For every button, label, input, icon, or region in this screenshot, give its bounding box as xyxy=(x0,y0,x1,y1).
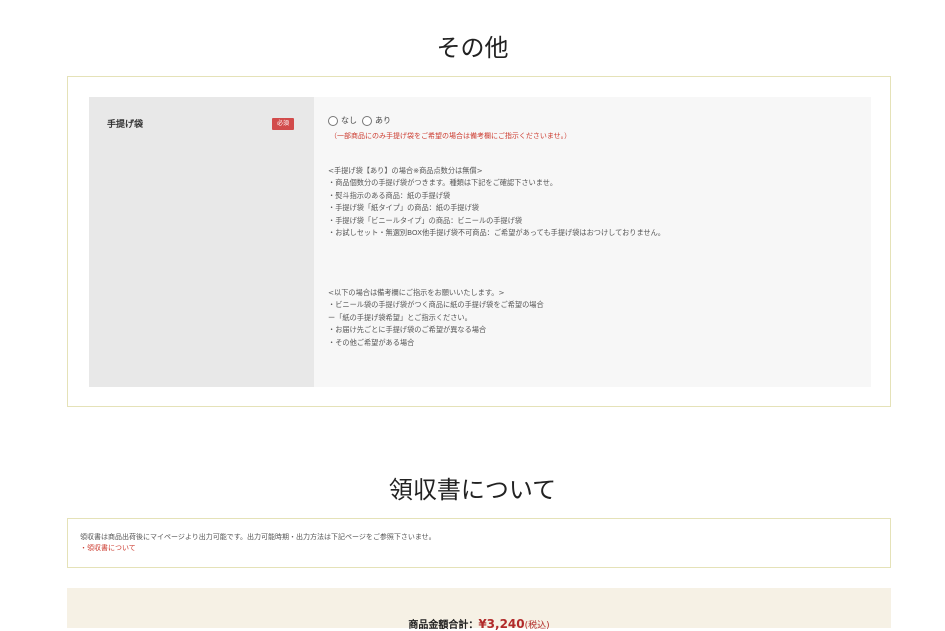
info-line: <以下の場合は備考欄にご指示をお願いいたします。> xyxy=(328,288,505,297)
info-line: ・商品個数分の手提げ袋がつきます。種類は下記をご確認下さいませ。 xyxy=(328,178,558,188)
info-line: ・手提げ袋「紙タイプ」の商品：紙の手提げ袋 xyxy=(328,203,479,213)
receipt-info-link[interactable]: ・領収書について xyxy=(80,543,136,553)
info-line: ・ビニール袋の手提げ袋がつく商品に紙の手提げ袋をご希望の場合 xyxy=(328,300,544,310)
radio-none-label: なし xyxy=(341,116,357,125)
radio-yes-label: あり xyxy=(375,116,391,125)
other-section-box: 手提げ袋 必須 なし あり （一部商品にのみ手提げ袋をご希望の場合は備考欄にご指… xyxy=(67,76,891,407)
required-badge: 必須 xyxy=(272,118,295,130)
order-total-box: 商品金額合計：¥3,240(税込) xyxy=(67,588,891,631)
receipt-section-box: 領収書は商品出荷後にマイページより出力可能です。出力可能時期・出力方法は下記ペー… xyxy=(67,518,891,568)
info-line: ・熨斗指示のある商品：紙の手提げ袋 xyxy=(328,190,451,200)
field-content-column: なし あり （一部商品にのみ手提げ袋をご希望の場合は備考欄にご指示くださいませ。… xyxy=(314,97,871,387)
field-label-column: 手提げ袋 必須 xyxy=(89,97,314,387)
radio-yes[interactable] xyxy=(362,115,372,126)
total-label: 商品金額合計： xyxy=(408,620,479,631)
radio-none[interactable] xyxy=(328,115,338,126)
info-block-1: <手提げ袋【あり】の場合※商品点数分は無償> ・商品個数分の手提げ袋がつきます。… xyxy=(328,165,665,239)
info-line: ・お届け先ごとに手提げ袋のご希望が異なる場合 xyxy=(328,325,487,335)
shopping-bag-radio-group: なし あり xyxy=(328,115,393,126)
info-block-2: <以下の場合は備考欄にご指示をお願いいたします。> ・ビニール袋の手提げ袋がつく… xyxy=(328,287,544,349)
receipt-description: 領収書は商品出荷後にマイページより出力可能です。出力可能時期・出力方法は下記ペー… xyxy=(80,533,436,541)
order-total-line: 商品金額合計：¥3,240(税込) xyxy=(67,616,891,631)
radio-option-yes[interactable]: あり xyxy=(362,115,391,126)
info-line: ・手提げ袋「ビニールタイプ」の商品：ビニールの手提げ袋 xyxy=(328,215,523,225)
section-title-receipt: 領収書について xyxy=(388,476,557,504)
total-price: ¥3,240 xyxy=(478,617,525,631)
field-label-shopping-bag: 手提げ袋 xyxy=(107,120,144,130)
info-line: ー「紙の手提げ袋希望」とご指示ください。 xyxy=(328,312,472,322)
radio-option-none[interactable]: なし xyxy=(328,115,357,126)
info-line: ・お試しセット・無選別BOX他手提げ袋不可商品：ご希望があっても手提げ袋はおつけ… xyxy=(328,228,665,238)
shopping-bag-note: （一部商品にのみ手提げ袋をご希望の場合は備考欄にご指示くださいませ。） xyxy=(330,132,572,140)
info-line: <手提げ袋【あり】の場合※商品点数分は無償> xyxy=(328,166,483,175)
info-line: ・その他ご希望がある場合 xyxy=(328,337,415,347)
section-title-other: その他 xyxy=(436,34,509,62)
